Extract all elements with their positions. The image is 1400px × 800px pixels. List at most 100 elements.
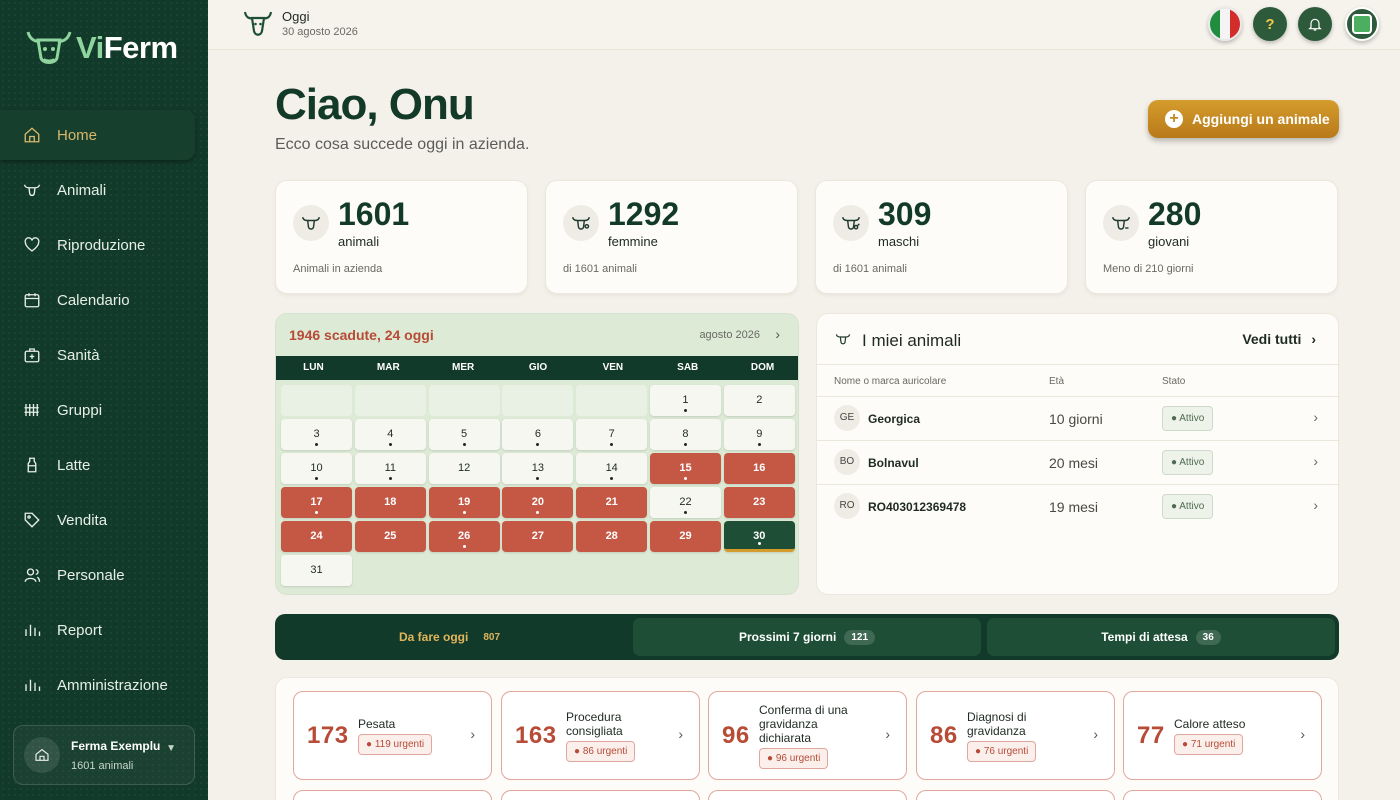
- chevron-right-icon[interactable]: ›: [775, 326, 780, 342]
- calendar-empty-cell: [502, 385, 574, 416]
- calendar-day[interactable]: 4: [354, 419, 426, 450]
- event-dot: [610, 477, 614, 480]
- nav-item-gruppi[interactable]: Gruppi: [0, 385, 195, 435]
- calendar-alert[interactable]: 1946 scadute, 24 oggi: [289, 327, 434, 343]
- nav-item-latte[interactable]: Latte: [0, 440, 195, 490]
- app-name: ViFerm: [76, 30, 178, 65]
- calendar-day[interactable]: 23: [723, 487, 795, 518]
- nav-item-vendita[interactable]: Vendita: [0, 495, 195, 545]
- calendar-day[interactable]: 31: [281, 555, 352, 586]
- language-flag-button[interactable]: [1208, 7, 1242, 41]
- calendar-day[interactable]: 20: [502, 487, 574, 518]
- day-number: 31: [310, 564, 323, 576]
- calendar-day-today[interactable]: 30: [723, 521, 795, 552]
- cow-male-icon: [833, 205, 869, 241]
- nav-item-report[interactable]: Report: [0, 605, 195, 655]
- nav-item-calendario[interactable]: Calendario: [0, 275, 195, 325]
- farm-selector[interactable]: Ferma Exemplu 1601 animali ▼: [13, 725, 195, 785]
- panel-title: I miei animali: [862, 331, 962, 350]
- nav-item-sanita[interactable]: Sanità: [0, 330, 195, 380]
- calendar-day[interactable]: 18: [354, 487, 426, 518]
- event-dot: [388, 477, 392, 480]
- calendar-day[interactable]: 1: [649, 385, 721, 416]
- calendar-day[interactable]: 13: [502, 453, 574, 484]
- nav-item-animali[interactable]: Animali: [0, 165, 195, 215]
- stat-card-maschi[interactable]: 309 maschi di 1601 animali: [815, 180, 1068, 294]
- calendar-day[interactable]: 12: [428, 453, 500, 484]
- day-number: 2: [756, 394, 763, 406]
- help-button[interactable]: ?: [1253, 7, 1287, 41]
- task-card[interactable]: [916, 790, 1115, 800]
- table-row[interactable]: BO Bolnavul 20 mesi ● Attivo ›: [817, 441, 1340, 485]
- calendar-day[interactable]: 10: [281, 453, 352, 484]
- event-dot: [315, 477, 318, 480]
- add-animal-button[interactable]: + Aggiungi un animale: [1148, 100, 1339, 138]
- calendar-day[interactable]: 11: [354, 453, 426, 484]
- nav-item-riproduzione[interactable]: Riproduzione: [0, 220, 195, 270]
- task-card-calore[interactable]: 77 Calore atteso ● 71 urgenti ›: [1123, 691, 1322, 780]
- task-list: 173 Pesata ● 119 urgenti › 163 Procedura…: [275, 677, 1339, 800]
- task-card-diagnosi[interactable]: 86 Diagnosi di gravidanza ● 76 urgenti ›: [916, 691, 1115, 780]
- calendar-day[interactable]: 17: [281, 487, 352, 518]
- event-dot: [683, 511, 687, 514]
- calendar-day[interactable]: 14: [576, 453, 648, 484]
- chevron-right-icon: ›: [470, 726, 475, 742]
- task-card[interactable]: [708, 790, 907, 800]
- see-all-link[interactable]: Vedi tutti ›: [1242, 331, 1316, 347]
- calendar-day[interactable]: 25: [354, 521, 426, 552]
- main-nav: Home Animali Riproduzione Calendario San…: [0, 110, 208, 715]
- calendar-day[interactable]: 28: [576, 521, 648, 552]
- calendar-day[interactable]: 5: [428, 419, 500, 450]
- table-row[interactable]: RO RO403012369478 19 mesi ● Attivo ›: [817, 485, 1340, 529]
- calendar-day[interactable]: 7: [576, 419, 648, 450]
- calendar-day[interactable]: 8: [649, 419, 721, 450]
- app-switcher-button[interactable]: [1345, 7, 1379, 41]
- day-number: 23: [753, 496, 766, 508]
- calendar-day[interactable]: 22: [649, 487, 721, 518]
- event-dot: [536, 443, 540, 446]
- nav-item-personale[interactable]: Personale: [0, 550, 195, 600]
- calendar-day[interactable]: 15: [649, 453, 721, 484]
- tab-next-7-days[interactable]: Prossimi 7 giorni 121: [633, 618, 981, 656]
- stat-card-femmine[interactable]: 1292 femmine di 1601 animali: [545, 180, 798, 294]
- stat-card-giovani[interactable]: 280 giovani Meno di 210 giorni: [1085, 180, 1338, 294]
- calendar-day[interactable]: 2: [723, 385, 795, 416]
- tab-waiting-times[interactable]: Tempi di attesa 36: [987, 618, 1335, 656]
- weekday-label: VEN: [602, 362, 624, 373]
- calendar-day[interactable]: 27: [502, 521, 574, 552]
- task-card-conferma[interactable]: 96 Conferma di una gravidanza dichiarata…: [708, 691, 907, 780]
- calendar-day[interactable]: 16: [723, 453, 795, 484]
- weekday-label: SAB: [677, 362, 699, 373]
- table-row[interactable]: GE Georgica 10 giorni ● Attivo ›: [817, 397, 1340, 441]
- chart-icon: [22, 675, 42, 695]
- app-logo[interactable]: ViFerm: [24, 26, 178, 70]
- task-card[interactable]: [1123, 790, 1322, 800]
- task-card[interactable]: [501, 790, 700, 800]
- notifications-button[interactable]: [1298, 7, 1332, 41]
- calendar-widget: 1946 scadute, 24 oggi agosto 2026 › LUN M…: [275, 313, 799, 595]
- weekday-label: LUN: [303, 362, 324, 373]
- task-card-pesata[interactable]: 173 Pesata ● 119 urgenti ›: [293, 691, 492, 780]
- calendar-day[interactable]: 24: [281, 521, 352, 552]
- nav-item-home[interactable]: Home: [0, 110, 195, 160]
- day-number: 18: [384, 496, 397, 508]
- top-bar: Oggi 30 agosto 2026 ?: [208, 0, 1400, 50]
- calendar-empty-cell: [354, 385, 426, 416]
- calendar-empty-cell: [576, 385, 648, 416]
- urgent-badge: ● 96 urgenti: [759, 748, 829, 769]
- tab-today[interactable]: Da fare oggi 807: [279, 618, 627, 656]
- calendar-day[interactable]: 21: [576, 487, 648, 518]
- task-card[interactable]: [293, 790, 492, 800]
- stat-card-animali[interactable]: 1601 animali Animali in azienda: [275, 180, 528, 294]
- nav-item-amministrazione[interactable]: Amministrazione: [0, 660, 195, 710]
- calendar-day[interactable]: 29: [649, 521, 721, 552]
- calendar-day[interactable]: 6: [502, 419, 574, 450]
- see-all-label: Vedi tutti: [1242, 331, 1302, 347]
- calendar-day[interactable]: 26: [428, 521, 500, 552]
- cow-logo-icon: [26, 31, 72, 64]
- calendar-day[interactable]: 3: [281, 419, 352, 450]
- calendar-day[interactable]: 19: [428, 487, 500, 518]
- calendar-day[interactable]: 9: [723, 419, 795, 450]
- event-dot: [315, 443, 318, 446]
- task-card-procedura[interactable]: 163 Procedura consigliata ● 86 urgenti ›: [501, 691, 700, 780]
